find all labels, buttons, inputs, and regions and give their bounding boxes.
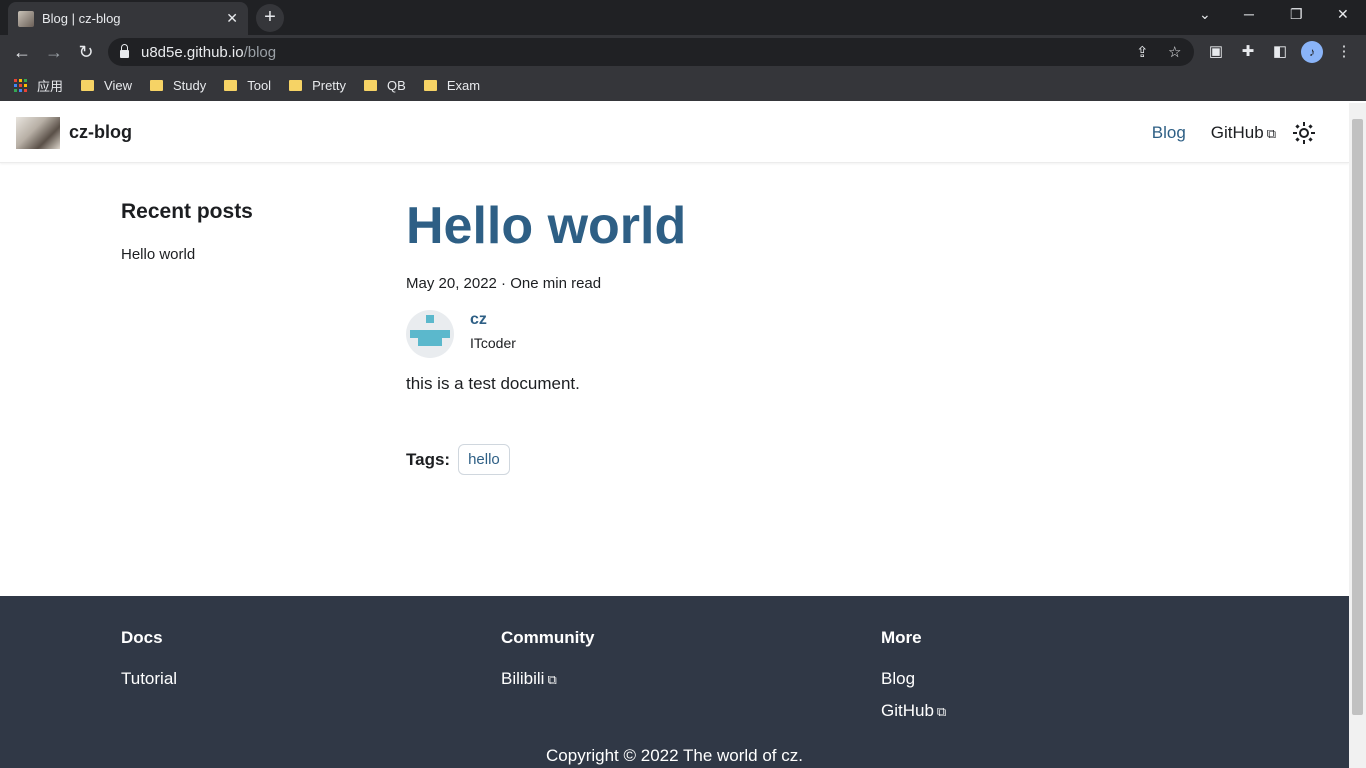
bookmark-label: QB bbox=[387, 77, 406, 93]
back-icon[interactable]: ← bbox=[10, 40, 34, 64]
tag-hello[interactable]: hello bbox=[458, 444, 510, 475]
footer-link-label: GitHub bbox=[881, 701, 934, 720]
folder-icon bbox=[289, 79, 303, 91]
favicon-icon bbox=[18, 10, 34, 27]
close-icon[interactable]: ✕ bbox=[226, 10, 238, 27]
external-link-icon: ⧉ bbox=[1266, 125, 1276, 141]
post-title[interactable]: Hello world bbox=[406, 195, 1106, 257]
folder-icon bbox=[224, 79, 238, 91]
apps-grid-icon bbox=[14, 78, 27, 92]
footer-heading: More bbox=[881, 628, 922, 647]
bookmark-label: Pretty bbox=[312, 77, 347, 93]
page-scrollbar[interactable] bbox=[1349, 103, 1366, 768]
browser-toolbar: ← → ↻ u8d5e.github.io/blog ⇪ ☆ ▣ ✚ ◧ ♪ ⋮ bbox=[0, 35, 1366, 69]
tab-search-icon[interactable]: ⌄ bbox=[1199, 6, 1211, 23]
theme-toggle-sun-icon[interactable] bbox=[1293, 121, 1315, 144]
scrollbar-thumb[interactable] bbox=[1352, 119, 1363, 715]
site-navbar: cz-blog Blog GitHub ⧉ bbox=[0, 103, 1349, 163]
author-avatar[interactable] bbox=[406, 310, 454, 358]
sidebar-title: Recent posts bbox=[121, 200, 253, 223]
footer-column-docs: Docs Tutorial bbox=[121, 628, 177, 701]
author-title: ITcoder bbox=[470, 335, 516, 351]
minimize-icon[interactable]: ─ bbox=[1244, 6, 1254, 22]
author-name[interactable]: cz bbox=[470, 311, 516, 329]
extension-icon[interactable]: ▣ bbox=[1206, 42, 1226, 62]
url-path: /blog bbox=[243, 43, 277, 61]
footer-link-github[interactable]: GitHub ⧉ bbox=[881, 701, 946, 721]
url-host: u8d5e.github.io bbox=[141, 43, 244, 61]
bookmark-label: View bbox=[104, 77, 132, 93]
bookmark-folder-study[interactable]: Study bbox=[149, 77, 207, 93]
post-body: this is a test document. bbox=[406, 374, 580, 393]
bookmark-label: Exam bbox=[446, 77, 481, 93]
nav-links: Blog GitHub ⧉ bbox=[1127, 121, 1333, 144]
folder-icon bbox=[81, 79, 95, 91]
bookmark-folder-qb[interactable]: QB bbox=[364, 78, 406, 93]
nav-blog-link[interactable]: Blog bbox=[1152, 123, 1186, 143]
post-meta: May 20, 2022 · One min read bbox=[406, 275, 602, 292]
recent-posts-sidebar: Recent posts Hello world bbox=[121, 200, 361, 263]
profile-avatar[interactable]: ♪ bbox=[1301, 41, 1323, 63]
sidebar-item-hello-world[interactable]: Hello world bbox=[121, 246, 361, 263]
address-bar[interactable]: u8d5e.github.io/blog ⇪ ☆ bbox=[108, 38, 1194, 66]
bookmark-apps[interactable]: 应用 bbox=[14, 76, 63, 95]
blog-post: Hello world May 20, 2022 · One min read … bbox=[406, 195, 1106, 475]
nav-github-link[interactable]: GitHub ⧉ bbox=[1211, 123, 1276, 143]
site-logo[interactable] bbox=[16, 116, 60, 149]
footer-link-blog[interactable]: Blog bbox=[881, 669, 946, 689]
bookmark-folder-tool[interactable]: Tool bbox=[224, 78, 271, 93]
external-link-icon: ⧉ bbox=[547, 672, 557, 687]
footer-column-community: Community Bilibili ⧉ bbox=[501, 628, 595, 701]
menu-icon[interactable]: ⋮ bbox=[1334, 42, 1354, 62]
forward-icon[interactable]: → bbox=[42, 40, 66, 64]
author-card: cz ITcoder bbox=[406, 310, 1106, 358]
bookmark-star-icon[interactable]: ☆ bbox=[1168, 43, 1181, 61]
post-tags: Tags: hello bbox=[406, 444, 1106, 475]
bookmark-folder-exam[interactable]: Exam bbox=[423, 77, 481, 93]
share-icon[interactable]: ⇪ bbox=[1136, 43, 1149, 61]
tab-title: Blog | cz-blog bbox=[42, 11, 121, 26]
bookmark-label: Tool bbox=[247, 77, 272, 93]
bookmark-label: 应用 bbox=[37, 78, 64, 94]
nav-github-label: GitHub bbox=[1210, 122, 1264, 142]
new-tab-button[interactable]: + bbox=[256, 4, 284, 32]
footer-link-tutorial[interactable]: Tutorial bbox=[121, 669, 177, 689]
copyright: Copyright © 2022 The world of cz. bbox=[546, 746, 803, 765]
bookmark-folder-pretty[interactable]: Pretty bbox=[289, 78, 346, 93]
bookmark-folder-view[interactable]: View bbox=[81, 78, 132, 93]
footer-column-more: More Blog GitHub ⧉ bbox=[881, 628, 946, 733]
footer-link-label: Bilibili bbox=[501, 669, 545, 688]
folder-icon bbox=[364, 79, 378, 91]
folder-icon bbox=[423, 79, 437, 91]
puzzle-icon[interactable]: ✚ bbox=[1238, 42, 1258, 62]
site-footer: Docs Tutorial Community Bilibili ⧉ More B… bbox=[0, 596, 1349, 768]
reload-icon[interactable]: ↻ bbox=[74, 40, 98, 64]
footer-heading: Docs bbox=[121, 628, 163, 647]
sidepanel-icon[interactable]: ◧ bbox=[1270, 42, 1290, 62]
footer-link-bilibili[interactable]: Bilibili ⧉ bbox=[501, 669, 595, 689]
site-brand[interactable]: cz-blog bbox=[69, 122, 132, 143]
footer-heading: Community bbox=[501, 628, 595, 647]
external-link-icon: ⧉ bbox=[936, 704, 947, 719]
lock-icon bbox=[120, 44, 129, 58]
window-close-icon[interactable]: ✕ bbox=[1337, 6, 1349, 23]
browser-tabstrip: Blog | cz-blog ✕ + ⌄ ─ ❐ ✕ bbox=[0, 0, 1366, 35]
page-viewport: cz-blog Blog GitHub ⧉ Recent posts Hello … bbox=[0, 103, 1349, 768]
browser-tab[interactable]: Blog | cz-blog ✕ bbox=[8, 2, 248, 35]
restore-icon[interactable]: ❐ bbox=[1290, 6, 1303, 23]
folder-icon bbox=[149, 79, 163, 91]
bookmark-label: Study bbox=[172, 77, 207, 93]
tags-label: Tags: bbox=[406, 449, 451, 469]
bookmarks-bar: 应用 View Study Tool Pretty QB Exam bbox=[0, 69, 1366, 101]
